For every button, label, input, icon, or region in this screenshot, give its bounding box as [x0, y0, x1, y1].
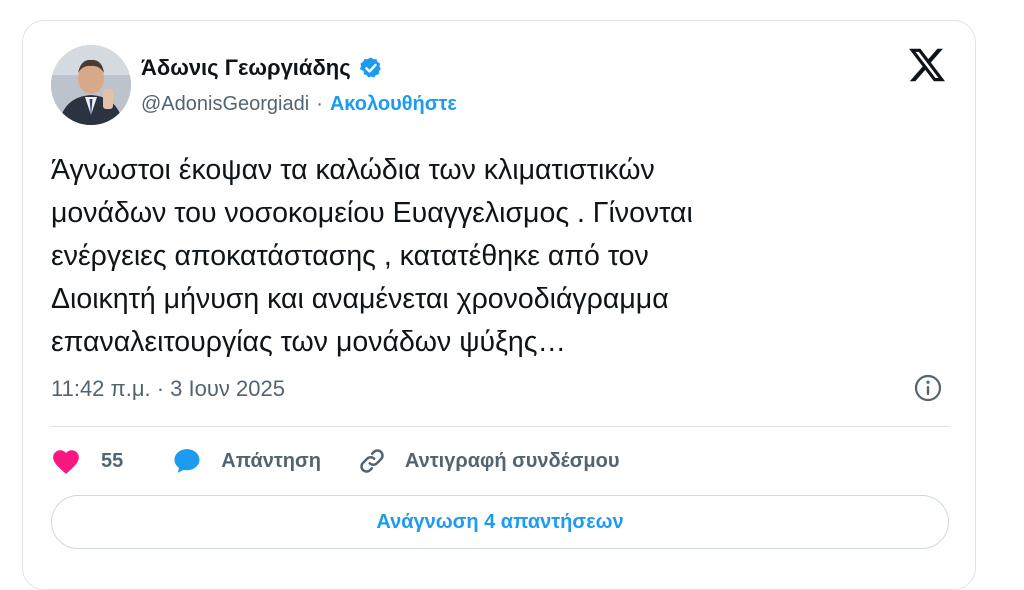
author-name[interactable]: Άδωνις Γεωργιάδης [141, 55, 351, 81]
tweet-timestamp[interactable]: 11:42 π.μ. · 3 Ιουν 2025 [51, 376, 285, 402]
info-icon[interactable] [913, 373, 943, 403]
reply-button[interactable]: Απάντηση [171, 446, 321, 476]
read-replies-button[interactable]: Ανάγνωση 4 απαντήσεων [51, 495, 949, 549]
link-icon [360, 449, 384, 473]
reply-bubble-icon [174, 449, 200, 473]
copy-link-button[interactable]: Αντιγραφή συνδέσμου [357, 446, 620, 476]
copy-link-label: Αντιγραφή συνδέσμου [404, 449, 620, 472]
like-count: 55 [101, 449, 124, 472]
tweet-card: Άδωνις Γεωργιάδης @AdonisGeorgiadi · Ακο… [22, 20, 976, 590]
like-button[interactable]: 55 [51, 447, 123, 475]
author-handle-row: @AdonisGeorgiadi · Ακολουθήστε [141, 93, 457, 116]
tweet-text: Άγνωστοι έκοψαν τα καλώδια των κλιματιστ… [51, 154, 693, 358]
divider [51, 426, 949, 427]
verified-badge-icon [359, 56, 383, 80]
separator-dot: · [316, 93, 323, 115]
heart-icon [53, 450, 79, 474]
action-bar: 55 Απάντηση Αντιγραφή συνδέσμου [51, 441, 619, 481]
avatar[interactable] [51, 45, 131, 125]
follow-button[interactable]: Ακολουθήστε [330, 93, 457, 116]
x-logo-icon[interactable] [907, 45, 947, 85]
author-name-row: Άδωνις Γεωργιάδης [141, 55, 383, 81]
reply-label: Απάντηση [221, 449, 321, 472]
author-handle[interactable]: @AdonisGeorgiadi [141, 93, 309, 116]
